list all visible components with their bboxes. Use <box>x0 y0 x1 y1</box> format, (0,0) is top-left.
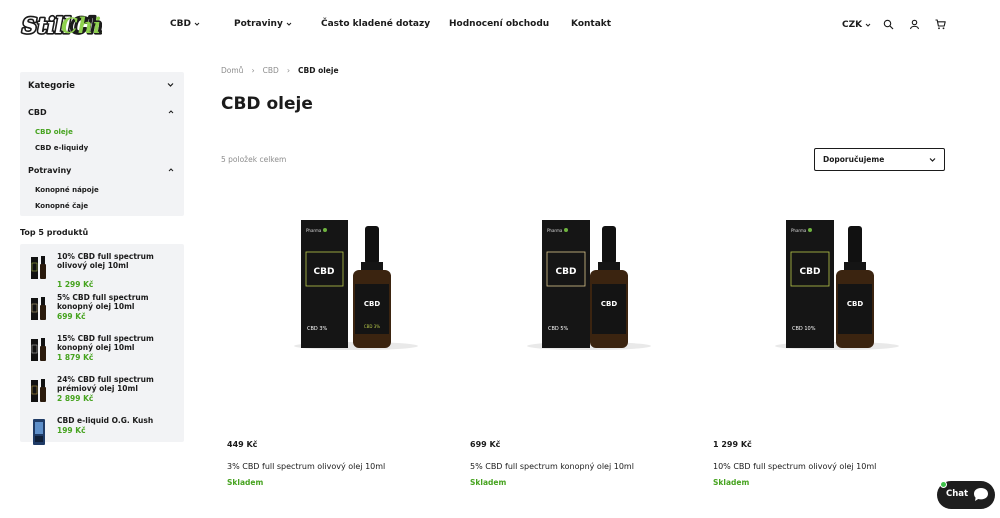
category-panel: Kategorie CBD CBD oleje CBD e-liquidy Po… <box>20 72 184 216</box>
product-image[interactable]: Pharma CBD CBD 10% CBD <box>707 200 929 370</box>
sidebar: Kategorie CBD CBD oleje CBD e-liquidy Po… <box>20 72 184 216</box>
product-thumbnail <box>30 295 48 323</box>
nav-item-faq[interactable]: Často kladené dotazy <box>321 19 430 29</box>
chevron-right-icon: › <box>251 66 255 75</box>
chevron-up-icon[interactable] <box>168 167 174 173</box>
stock-status: Skladem <box>470 478 507 487</box>
product-name[interactable]: 10% CBD full spectrum olivový olej 10ml <box>713 462 876 471</box>
product-name[interactable]: 5% CBD full spectrum konopný olej 10ml <box>470 462 634 471</box>
svg-text:Pharma: Pharma <box>547 228 563 233</box>
nav-item-label: Často kladené dotazy <box>321 19 431 29</box>
stock-status: Skladem <box>713 478 750 487</box>
product-count: 5 položek celkem <box>221 155 287 164</box>
product-thumbnail <box>30 336 48 364</box>
svg-text:CBD: CBD <box>364 300 380 308</box>
chevron-right-icon: › <box>286 66 291 75</box>
svg-text:Chill: Chill <box>61 13 102 38</box>
chevron-down-icon[interactable] <box>167 81 174 88</box>
svg-text:Pharma: Pharma <box>791 228 807 233</box>
top5-item[interactable]: 15% CBD full spectrum konopný olej 10ml … <box>20 334 184 370</box>
category-group-potraviny[interactable]: Potraviny <box>28 166 71 175</box>
chevron-down-icon <box>929 156 936 163</box>
sidebar-item-konopne-caje[interactable]: Konopné čaje <box>35 202 88 210</box>
currency-selector[interactable]: CZK <box>842 20 871 30</box>
chat-button[interactable]: Chat <box>937 481 995 509</box>
search-icon[interactable] <box>883 19 894 30</box>
sidebar-item-cbd-e-liquidy[interactable]: CBD e-liquidy <box>35 144 88 152</box>
svg-text:Pharma: Pharma <box>306 228 322 233</box>
page-title: CBD oleje <box>221 94 313 114</box>
top5-item[interactable]: 10% CBD full spectrum olivový olej 10ml … <box>20 252 184 289</box>
nav-item-label: Kontakt <box>571 19 612 29</box>
product-thumbnail <box>30 377 48 405</box>
cart-icon[interactable] <box>935 19 946 30</box>
sidebar-item-cbd-oleje[interactable]: CBD oleje <box>35 128 73 136</box>
nav-item-cbd[interactable]: CBD <box>170 19 200 29</box>
category-panel-title[interactable]: Kategorie <box>28 81 75 91</box>
product-image[interactable]: Pharma CBD CBD 3% CBD CBD 3% <box>221 200 443 370</box>
product-name[interactable]: 3% CBD full spectrum olivový olej 10ml <box>227 462 385 471</box>
top5-item-name: 10% CBD full spectrum olivový olej 10ml <box>57 252 154 270</box>
chevron-down-icon <box>194 21 200 27</box>
product-card[interactable]: Pharma CBD CBD 5% CBD 699 Kč 5% CBD full… <box>464 200 686 495</box>
chat-label: Chat <box>946 489 969 499</box>
svg-text:CBD: CBD <box>314 267 335 277</box>
top5-item-price: 2 899 Kč <box>57 394 94 403</box>
logo-icon: StillChill Still Chill <box>20 11 102 39</box>
top5-item-price: 199 Kč <box>57 426 86 435</box>
top5-item-name: 24% CBD full spectrum prémiový olej 10ml <box>57 375 154 393</box>
nav-item-label: Hodnocení obchodu <box>449 19 550 29</box>
top5-item[interactable]: 24% CBD full spectrum prémiový olej 10ml… <box>20 375 184 411</box>
breadcrumb-cbd[interactable]: CBD <box>263 66 279 75</box>
top5-title: Top 5 produktů <box>20 228 89 237</box>
top5-item-name: CBD e-liquid O.G. Kush <box>57 416 154 425</box>
top5-panel: 10% CBD full spectrum olivový olej 10ml … <box>20 244 184 445</box>
top5-item-name: 15% CBD full spectrum konopný olej 10ml <box>57 334 154 352</box>
sidebar-item-konopne-napoje[interactable]: Konopné nápoje <box>35 186 99 194</box>
top5-item-name: 5% CBD full spectrum konopný olej 10ml <box>57 293 149 311</box>
chevron-up-icon[interactable] <box>168 109 174 115</box>
svg-text:CBD: CBD <box>847 300 863 308</box>
top5-item-price: 1 879 Kč <box>57 353 94 362</box>
svg-text:CBD: CBD <box>601 300 617 308</box>
stock-status: Skladem <box>227 478 264 487</box>
product-thumbnail <box>30 418 48 446</box>
product-box-label: CBD 10% <box>792 326 816 332</box>
product-thumbnail <box>30 254 48 282</box>
chat-bubble-icon <box>973 487 989 502</box>
top5-item[interactable]: 5% CBD full spectrum konopný olej 10ml 6… <box>20 293 184 329</box>
user-icon[interactable] <box>909 19 920 30</box>
chevron-down-icon <box>865 22 871 28</box>
sort-select-value: Doporučujeme <box>823 155 885 164</box>
chevron-down-icon <box>286 21 292 27</box>
nav-item-contact[interactable]: Kontakt <box>571 19 611 29</box>
product-card[interactable]: Pharma CBD CBD 10% CBD 1 299 Kč 10% CBD … <box>707 200 929 495</box>
breadcrumb-home[interactable]: Domů <box>221 66 243 75</box>
svg-text:CBD 3%: CBD 3% <box>307 326 328 332</box>
nav-item-reviews[interactable]: Hodnocení obchodu <box>449 19 549 29</box>
category-group-cbd[interactable]: CBD <box>28 108 47 117</box>
breadcrumb-current: CBD oleje <box>298 66 339 75</box>
top5-item-price: 699 Kč <box>57 312 86 321</box>
site-logo[interactable]: StillChill Still Chill <box>20 10 102 40</box>
top5-item-price: 1 299 Kč <box>57 280 94 289</box>
svg-text:CBD: CBD <box>556 267 577 277</box>
product-price: 699 Kč <box>470 440 501 449</box>
nav-item-label: Potraviny <box>234 19 283 29</box>
nav-item-label: CBD <box>170 19 191 29</box>
currency-label: CZK <box>842 20 863 30</box>
top5-item[interactable]: CBD e-liquid O.G. Kush 199 Kč <box>20 416 184 452</box>
product-image[interactable]: Pharma CBD CBD 5% CBD <box>464 200 686 370</box>
site-header: StillChill Still Chill CBD Potraviny Čas… <box>0 0 1000 52</box>
breadcrumb: Domů › CBD › CBD oleje <box>221 66 339 75</box>
product-box-label: CBD 3% <box>364 324 380 329</box>
product-card[interactable]: Pharma CBD CBD 3% CBD CBD 3% 449 Kč 3% C… <box>221 200 443 495</box>
product-price: 449 Kč <box>227 440 258 449</box>
product-price: 1 299 Kč <box>713 440 752 449</box>
online-indicator <box>940 481 947 488</box>
sort-select[interactable]: Doporučujeme <box>814 148 945 171</box>
nav-item-potraviny[interactable]: Potraviny <box>234 19 292 29</box>
svg-text:CBD: CBD <box>800 267 821 277</box>
product-box-label: CBD 5% <box>548 326 569 332</box>
